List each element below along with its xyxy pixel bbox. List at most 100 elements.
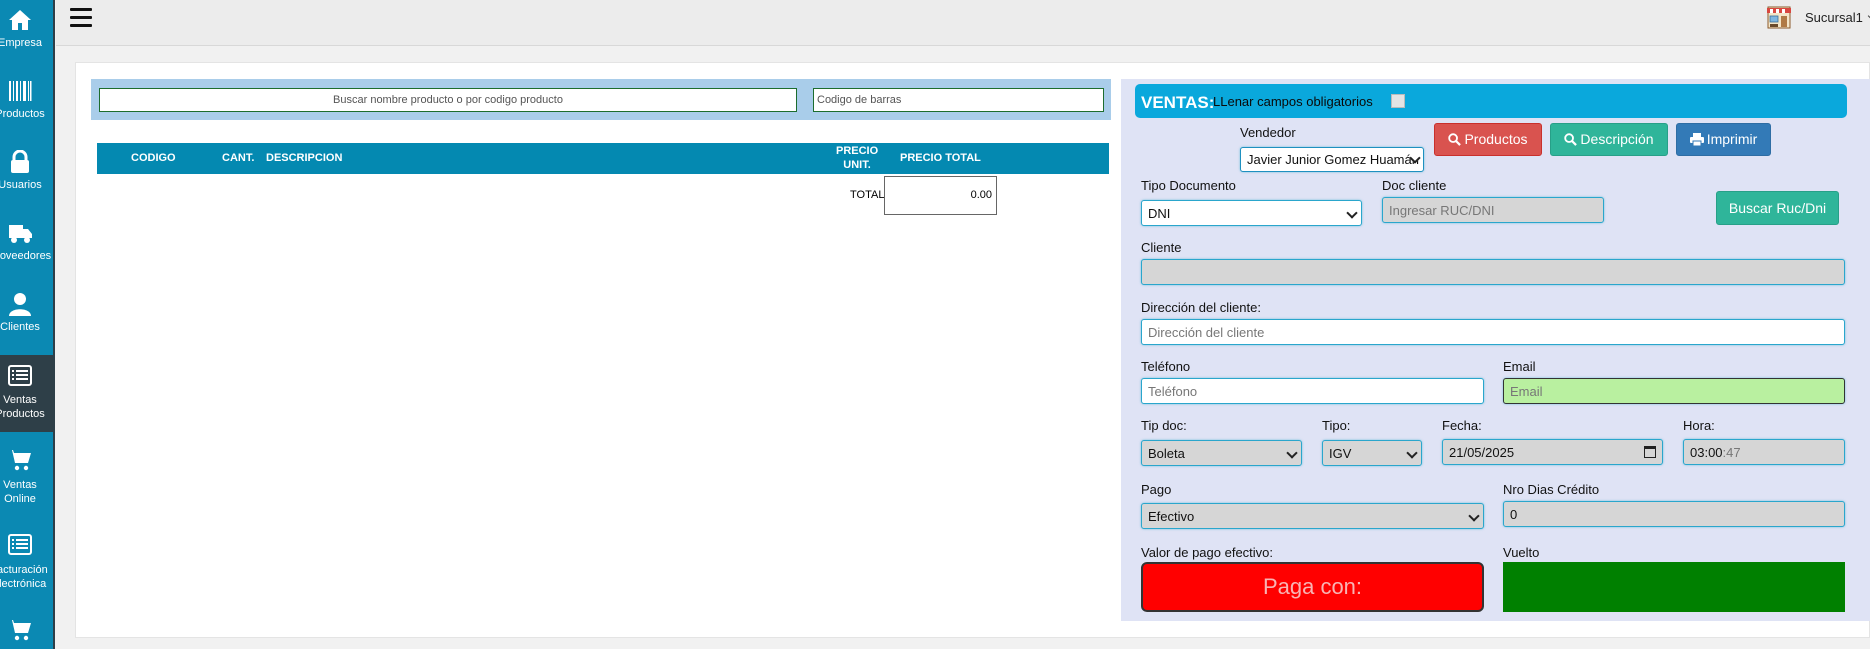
buscar-ruc-dni-button[interactable]: Buscar Ruc/Dni [1716, 191, 1839, 225]
tipo-label: Tipo: [1322, 418, 1351, 433]
hora-value: 03:00 [1690, 445, 1723, 460]
products-table-header: CODIGO CANT. DESCRIPCION PRECIO UNIT. PR… [97, 143, 1109, 174]
descripcion-button[interactable]: Descripción [1550, 123, 1668, 156]
tipo-documento-label: Tipo Documento [1141, 178, 1236, 193]
vuelto-value [1503, 562, 1845, 612]
doc-cliente-input[interactable] [1382, 197, 1604, 223]
barcode-icon [8, 79, 32, 103]
sidebar: Empresa Productos Usuarios Proveedores C… [0, 0, 55, 649]
sidebar-item-label: Facturación Electrónica [0, 564, 48, 590]
cart-icon [8, 618, 32, 642]
chevron-down-icon [1346, 207, 1358, 219]
sidebar-item-ventas-productos[interactable]: Ventas Productos [0, 355, 55, 432]
sidebar-item-label: Ventas Online [3, 479, 37, 505]
sidebar-divider [53, 0, 55, 649]
top-bar: Sucursal1 [56, 0, 1870, 46]
nro-dias-credito-input[interactable] [1503, 501, 1845, 527]
sidebar-item-label: Ventas Productos [0, 394, 45, 420]
paga-con-input[interactable]: Paga con: [1141, 562, 1484, 612]
email-label: Email [1503, 359, 1536, 374]
direccion-label: Dirección del cliente: [1141, 300, 1261, 315]
pago-value: Efectivo [1148, 509, 1195, 524]
hora-label: Hora: [1683, 418, 1715, 433]
hora-input[interactable]: 03:00:47 [1683, 439, 1845, 465]
tipo-select[interactable]: IGV [1322, 440, 1422, 466]
imprimir-button[interactable]: Imprimir [1676, 123, 1771, 156]
telefono-input[interactable] [1141, 378, 1484, 404]
sidebar-item-facturacion-electronica[interactable]: Facturación Electrónica [0, 525, 55, 605]
vendedor-value: Javier Junior Gomez Huamán [1247, 152, 1419, 167]
imprimir-button-label: Imprimir [1706, 131, 1758, 147]
tip-doc-select[interactable]: Boleta [1141, 440, 1302, 466]
tipo-documento-select[interactable]: DNI [1141, 200, 1362, 226]
tip-doc-value: Boleta [1148, 446, 1185, 461]
direccion-input[interactable] [1141, 319, 1845, 345]
sales-form: VENTAS: LLenar campos obligatorios [1121, 79, 1870, 621]
pago-select[interactable]: Efectivo [1141, 503, 1484, 529]
tipo-documento-value: DNI [1148, 206, 1171, 221]
sidebar-item-label: Empresa [0, 37, 43, 49]
cliente-label: Cliente [1141, 240, 1182, 255]
fecha-label: Fecha: [1442, 418, 1482, 433]
branch-name: Sucursal1 [1805, 10, 1863, 25]
column-header-cant: CANT. [222, 152, 255, 164]
required-fields-checkbox[interactable] [1391, 94, 1405, 108]
nro-dias-credito-label: Nro Dias Crédito [1503, 482, 1600, 497]
doc-cliente-label: Doc cliente [1382, 178, 1447, 193]
list-icon [8, 533, 32, 557]
vendedor-select[interactable]: Javier Junior Gomez Huamán [1240, 147, 1424, 172]
form-title: VENTAS: [1141, 93, 1215, 112]
vuelto-label: Vuelto [1503, 545, 1540, 560]
barcode-input[interactable] [813, 88, 1104, 112]
truck-icon [8, 221, 32, 245]
list-icon [8, 364, 32, 388]
chevron-down-icon [1286, 447, 1298, 459]
sidebar-item-cart[interactable] [0, 612, 55, 649]
vendedor-label: Vendedor [1240, 125, 1296, 140]
column-header-precio-unit-line2: UNIT. [843, 159, 871, 171]
productos-button-label: Productos [1464, 131, 1528, 147]
valor-pago-label: Valor de pago efectivo: [1141, 545, 1274, 560]
user-icon [8, 292, 32, 316]
home-icon [8, 8, 32, 32]
total-label: TOTAL [850, 189, 885, 201]
form-subtitle: LLenar campos obligatorios [1213, 94, 1373, 109]
sidebar-item-usuarios[interactable]: Usuarios [0, 142, 55, 212]
store-icon[interactable] [1766, 4, 1792, 30]
sidebar-item-label: Proveedores [0, 250, 52, 262]
printer-icon [1689, 133, 1704, 147]
branch-selector[interactable]: Sucursal1 [1805, 10, 1870, 25]
sidebar-item-label: Clientes [0, 321, 40, 333]
cliente-input[interactable] [1141, 259, 1845, 285]
productos-button[interactable]: Productos [1434, 123, 1542, 156]
sidebar-item-ventas-online[interactable]: Ventas Online [0, 440, 55, 520]
calendar-icon[interactable] [1644, 446, 1656, 458]
tip-doc-label: Tip doc: [1141, 418, 1187, 433]
pago-label: Pago [1141, 482, 1172, 497]
sidebar-item-label: Usuarios [0, 179, 42, 191]
sidebar-item-label: Productos [0, 108, 45, 120]
product-search-input[interactable] [99, 88, 797, 112]
column-header-codigo: CODIGO [131, 152, 176, 164]
sidebar-item-empresa[interactable]: Empresa [0, 0, 55, 70]
total-value: 0.00 [884, 176, 997, 215]
cart-icon [8, 448, 32, 472]
sidebar-item-clientes[interactable]: Clientes [0, 284, 55, 354]
sales-form-header: VENTAS: LLenar campos obligatorios [1135, 84, 1847, 118]
fecha-value: 21/05/2025 [1449, 445, 1515, 460]
telefono-label: Teléfono [1141, 359, 1191, 374]
column-header-descripcion: DESCRIPCION [266, 152, 343, 164]
fecha-input[interactable]: 21/05/2025 [1442, 439, 1663, 465]
tipo-value: IGV [1329, 446, 1352, 461]
column-header-precio-unit-line1: PRECIO [836, 145, 879, 157]
search-icon [1448, 133, 1462, 146]
hora-seconds: :47 [1722, 445, 1741, 460]
column-header-precio-total: PRECIO TOTAL [900, 152, 981, 164]
descripcion-button-label: Descripción [1580, 131, 1654, 147]
lock-icon [8, 150, 32, 174]
sidebar-item-proveedores[interactable]: Proveedores [0, 213, 55, 283]
search-icon [1564, 133, 1578, 146]
menu-toggle-icon[interactable] [70, 6, 94, 28]
sidebar-item-productos[interactable]: Productos [0, 71, 55, 141]
email-input[interactable] [1503, 378, 1845, 404]
